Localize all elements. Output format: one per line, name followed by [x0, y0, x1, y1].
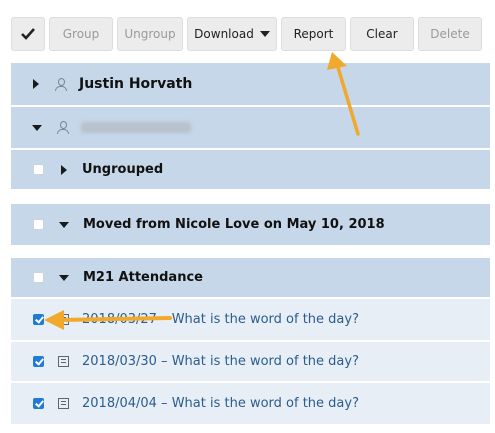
item-link[interactable]: 2018/03/30 – What is the word of the day… [82, 354, 359, 369]
item-checkbox[interactable] [33, 398, 44, 409]
item-link[interactable]: 2018/03/27 – What is the word of the day… [82, 312, 359, 327]
redacted-user-name [81, 122, 191, 133]
user-row[interactable] [11, 107, 490, 149]
group-button[interactable]: Group [49, 17, 113, 51]
chevron-down-icon [259, 31, 270, 37]
collapse-arrow-icon[interactable] [32, 124, 42, 131]
document-icon [58, 356, 69, 367]
item-checkbox[interactable] [33, 356, 44, 367]
report-button[interactable]: Report [281, 17, 346, 51]
group-checkbox[interactable] [33, 272, 44, 283]
group-row[interactable]: Moved from Nicole Love on May 10, 2018 [11, 204, 490, 246]
select-all-button[interactable] [11, 17, 45, 51]
group-checkbox[interactable] [33, 219, 44, 230]
document-icon [58, 314, 69, 325]
group-row[interactable]: M21 Attendance [11, 258, 490, 298]
expand-arrow-icon[interactable] [33, 79, 39, 89]
collapse-arrow-icon[interactable] [59, 274, 69, 281]
document-icon [58, 398, 69, 409]
download-label: Download [194, 27, 254, 41]
clear-button[interactable]: Clear [350, 17, 414, 51]
group-row[interactable]: Ungrouped [11, 150, 490, 190]
item-link[interactable]: 2018/04/04 – What is the word of the day… [82, 396, 359, 411]
list-item[interactable]: 2018/04/04 – What is the word of the day… [11, 383, 490, 425]
item-checkbox[interactable] [33, 314, 44, 325]
group-label: Moved from Nicole Love on May 10, 2018 [83, 217, 385, 232]
download-button[interactable]: Download [187, 17, 277, 51]
collapse-arrow-icon[interactable] [59, 221, 69, 228]
expand-arrow-icon[interactable] [61, 164, 67, 175]
user-icon [55, 77, 67, 91]
ungroup-button[interactable]: Ungroup [117, 17, 183, 51]
user-row[interactable]: Justin Horvath [11, 63, 490, 106]
group-label: M21 Attendance [83, 270, 203, 285]
delete-button[interactable]: Delete [418, 17, 482, 51]
list-item[interactable]: 2018/03/27 – What is the word of the day… [11, 299, 490, 341]
list-item[interactable]: 2018/03/30 – What is the word of the day… [11, 342, 490, 382]
group-checkbox[interactable] [33, 164, 44, 175]
user-icon [57, 121, 69, 134]
user-name: Justin Horvath [79, 76, 193, 92]
checkmark-icon [21, 28, 35, 40]
group-label: Ungrouped [82, 162, 164, 177]
toolbar: Group Ungroup Download Report Clear Dele… [11, 17, 482, 51]
